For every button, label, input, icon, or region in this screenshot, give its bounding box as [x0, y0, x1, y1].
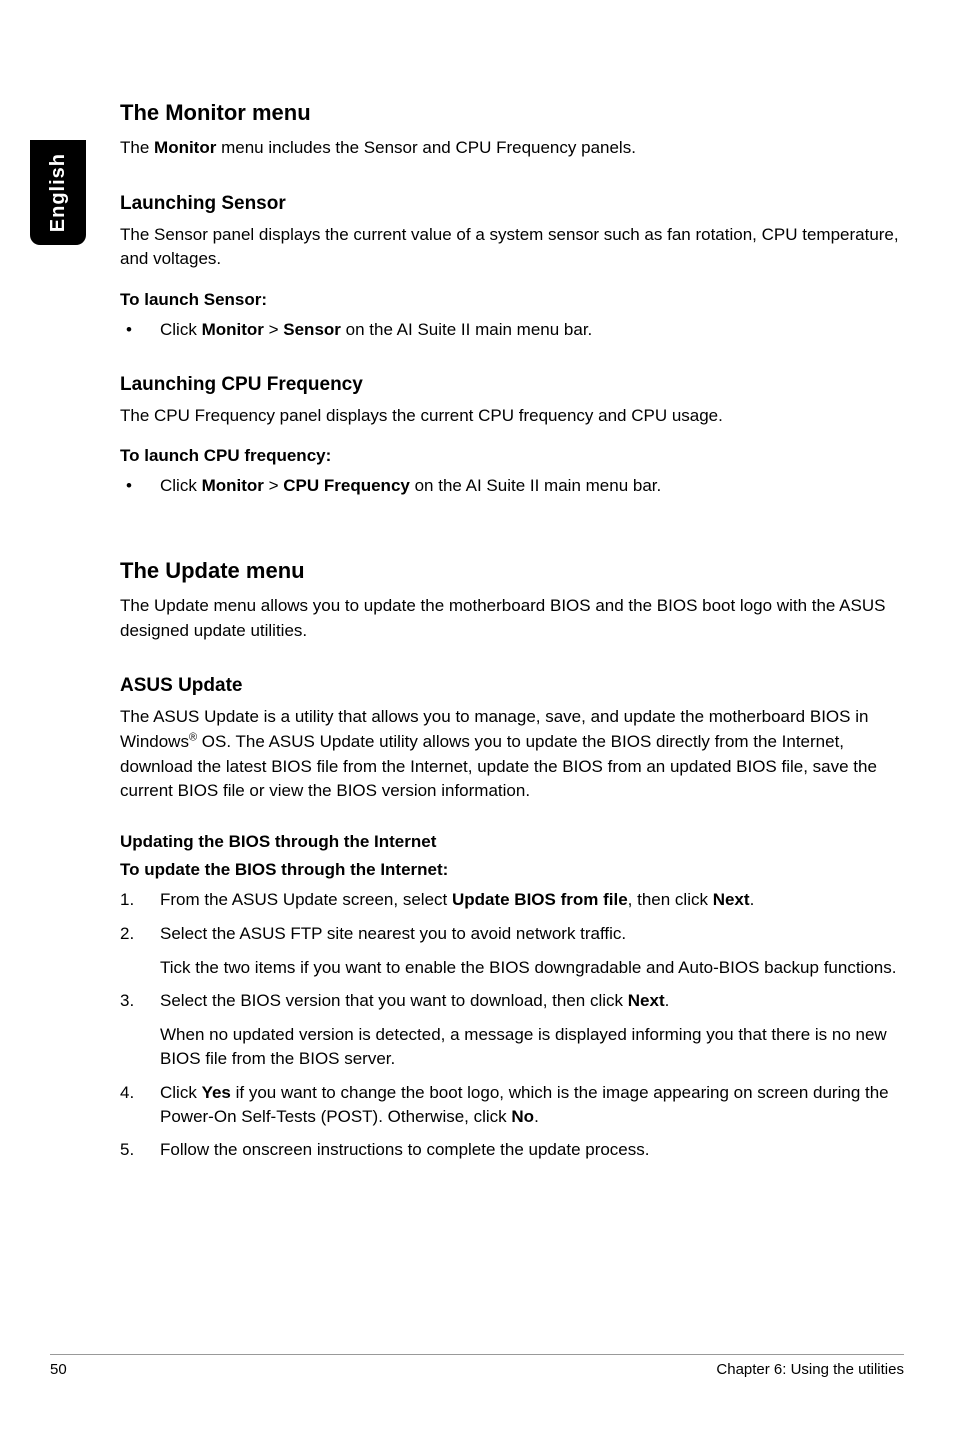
bullet-icon: • [120, 474, 160, 498]
step-number: 4. [120, 1081, 160, 1129]
text: Select the BIOS version that you want to… [160, 991, 628, 1010]
step-body: Follow the onscreen instructions to comp… [160, 1138, 900, 1162]
language-label: English [47, 153, 70, 232]
to-launch-cpu: To launch CPU frequency: [120, 446, 900, 466]
step-4: 4. Click Yes if you want to change the b… [120, 1081, 900, 1129]
cpu-body: The CPU Frequency panel displays the cur… [120, 404, 900, 429]
text-bold: Update BIOS from file [452, 890, 628, 909]
text-bold: Yes [202, 1083, 231, 1102]
language-tab: English [30, 140, 86, 245]
text: . [750, 890, 755, 909]
text-bold: Next [713, 890, 750, 909]
text: . [534, 1107, 539, 1126]
text-bold: Monitor [154, 138, 216, 157]
text-bold: Next [628, 991, 665, 1010]
text: The [120, 138, 154, 157]
step-number: 2. [120, 922, 160, 980]
cpu-step-text: Click Monitor > CPU Frequency on the AI … [160, 474, 661, 498]
text-bold: Sensor [283, 320, 341, 339]
text: Click [160, 476, 202, 495]
page-number: 50 [50, 1361, 67, 1378]
text: , then click [628, 890, 713, 909]
step-2: 2. Select the ASUS FTP site nearest you … [120, 922, 900, 980]
step-3: 3. Select the BIOS version that you want… [120, 989, 900, 1070]
text: Select the BIOS version that you want to… [160, 989, 900, 1013]
text: Tick the two items if you want to enable… [160, 956, 900, 980]
step-body: From the ASUS Update screen, select Upda… [160, 888, 900, 912]
updating-bios-internet-heading: Updating the BIOS through the Internet [120, 832, 900, 852]
text: Click [160, 1083, 202, 1102]
step-number: 5. [120, 1138, 160, 1162]
asus-update-body: The ASUS Update is a utility that allows… [120, 705, 900, 804]
step-body: Select the BIOS version that you want to… [160, 989, 900, 1070]
launching-cpu-heading: Launching CPU Frequency [120, 374, 900, 396]
page-content: The Monitor menu The Monitor menu includ… [120, 100, 900, 1172]
sensor-step: • Click Monitor > Sensor on the AI Suite… [120, 318, 900, 342]
update-menu-heading: The Update menu [120, 558, 900, 584]
text-bold: CPU Frequency [283, 476, 410, 495]
registered-symbol: ® [189, 731, 197, 743]
step-body: Click Yes if you want to change the boot… [160, 1081, 900, 1129]
step-number: 1. [120, 888, 160, 912]
text-bold: Monitor [202, 320, 264, 339]
text: Click [160, 320, 202, 339]
text: . [665, 991, 670, 1010]
launching-sensor-heading: Launching Sensor [120, 193, 900, 215]
monitor-menu-heading: The Monitor menu [120, 100, 900, 126]
step-body: Select the ASUS FTP site nearest you to … [160, 922, 900, 980]
step-5: 5. Follow the onscreen instructions to c… [120, 1138, 900, 1162]
text: From the ASUS Update screen, select [160, 890, 452, 909]
to-launch-sensor: To launch Sensor: [120, 290, 900, 310]
update-intro: The Update menu allows you to update the… [120, 594, 900, 643]
page-footer: 50 Chapter 6: Using the utilities [50, 1354, 904, 1378]
step-1: 1. From the ASUS Update screen, select U… [120, 888, 900, 912]
step-number: 3. [120, 989, 160, 1070]
asus-update-heading: ASUS Update [120, 675, 900, 697]
text: on the AI Suite II main menu bar. [410, 476, 661, 495]
text-bold: No [511, 1107, 534, 1126]
cpu-step: • Click Monitor > CPU Frequency on the A… [120, 474, 900, 498]
sensor-body: The Sensor panel displays the current va… [120, 223, 900, 272]
text: > [264, 476, 283, 495]
text: on the AI Suite II main menu bar. [341, 320, 592, 339]
text: When no updated version is detected, a m… [160, 1023, 900, 1071]
chapter-label: Chapter 6: Using the utilities [716, 1361, 904, 1378]
bullet-icon: • [120, 318, 160, 342]
text: OS. The ASUS Update utility allows you t… [120, 732, 877, 800]
monitor-intro: The Monitor menu includes the Sensor and… [120, 136, 900, 161]
to-update-bios-internet: To update the BIOS through the Internet: [120, 860, 900, 880]
text-bold: Monitor [202, 476, 264, 495]
text: Select the ASUS FTP site nearest you to … [160, 922, 900, 946]
sensor-step-text: Click Monitor > Sensor on the AI Suite I… [160, 318, 592, 342]
text: menu includes the Sensor and CPU Frequen… [216, 138, 636, 157]
text: > [264, 320, 283, 339]
